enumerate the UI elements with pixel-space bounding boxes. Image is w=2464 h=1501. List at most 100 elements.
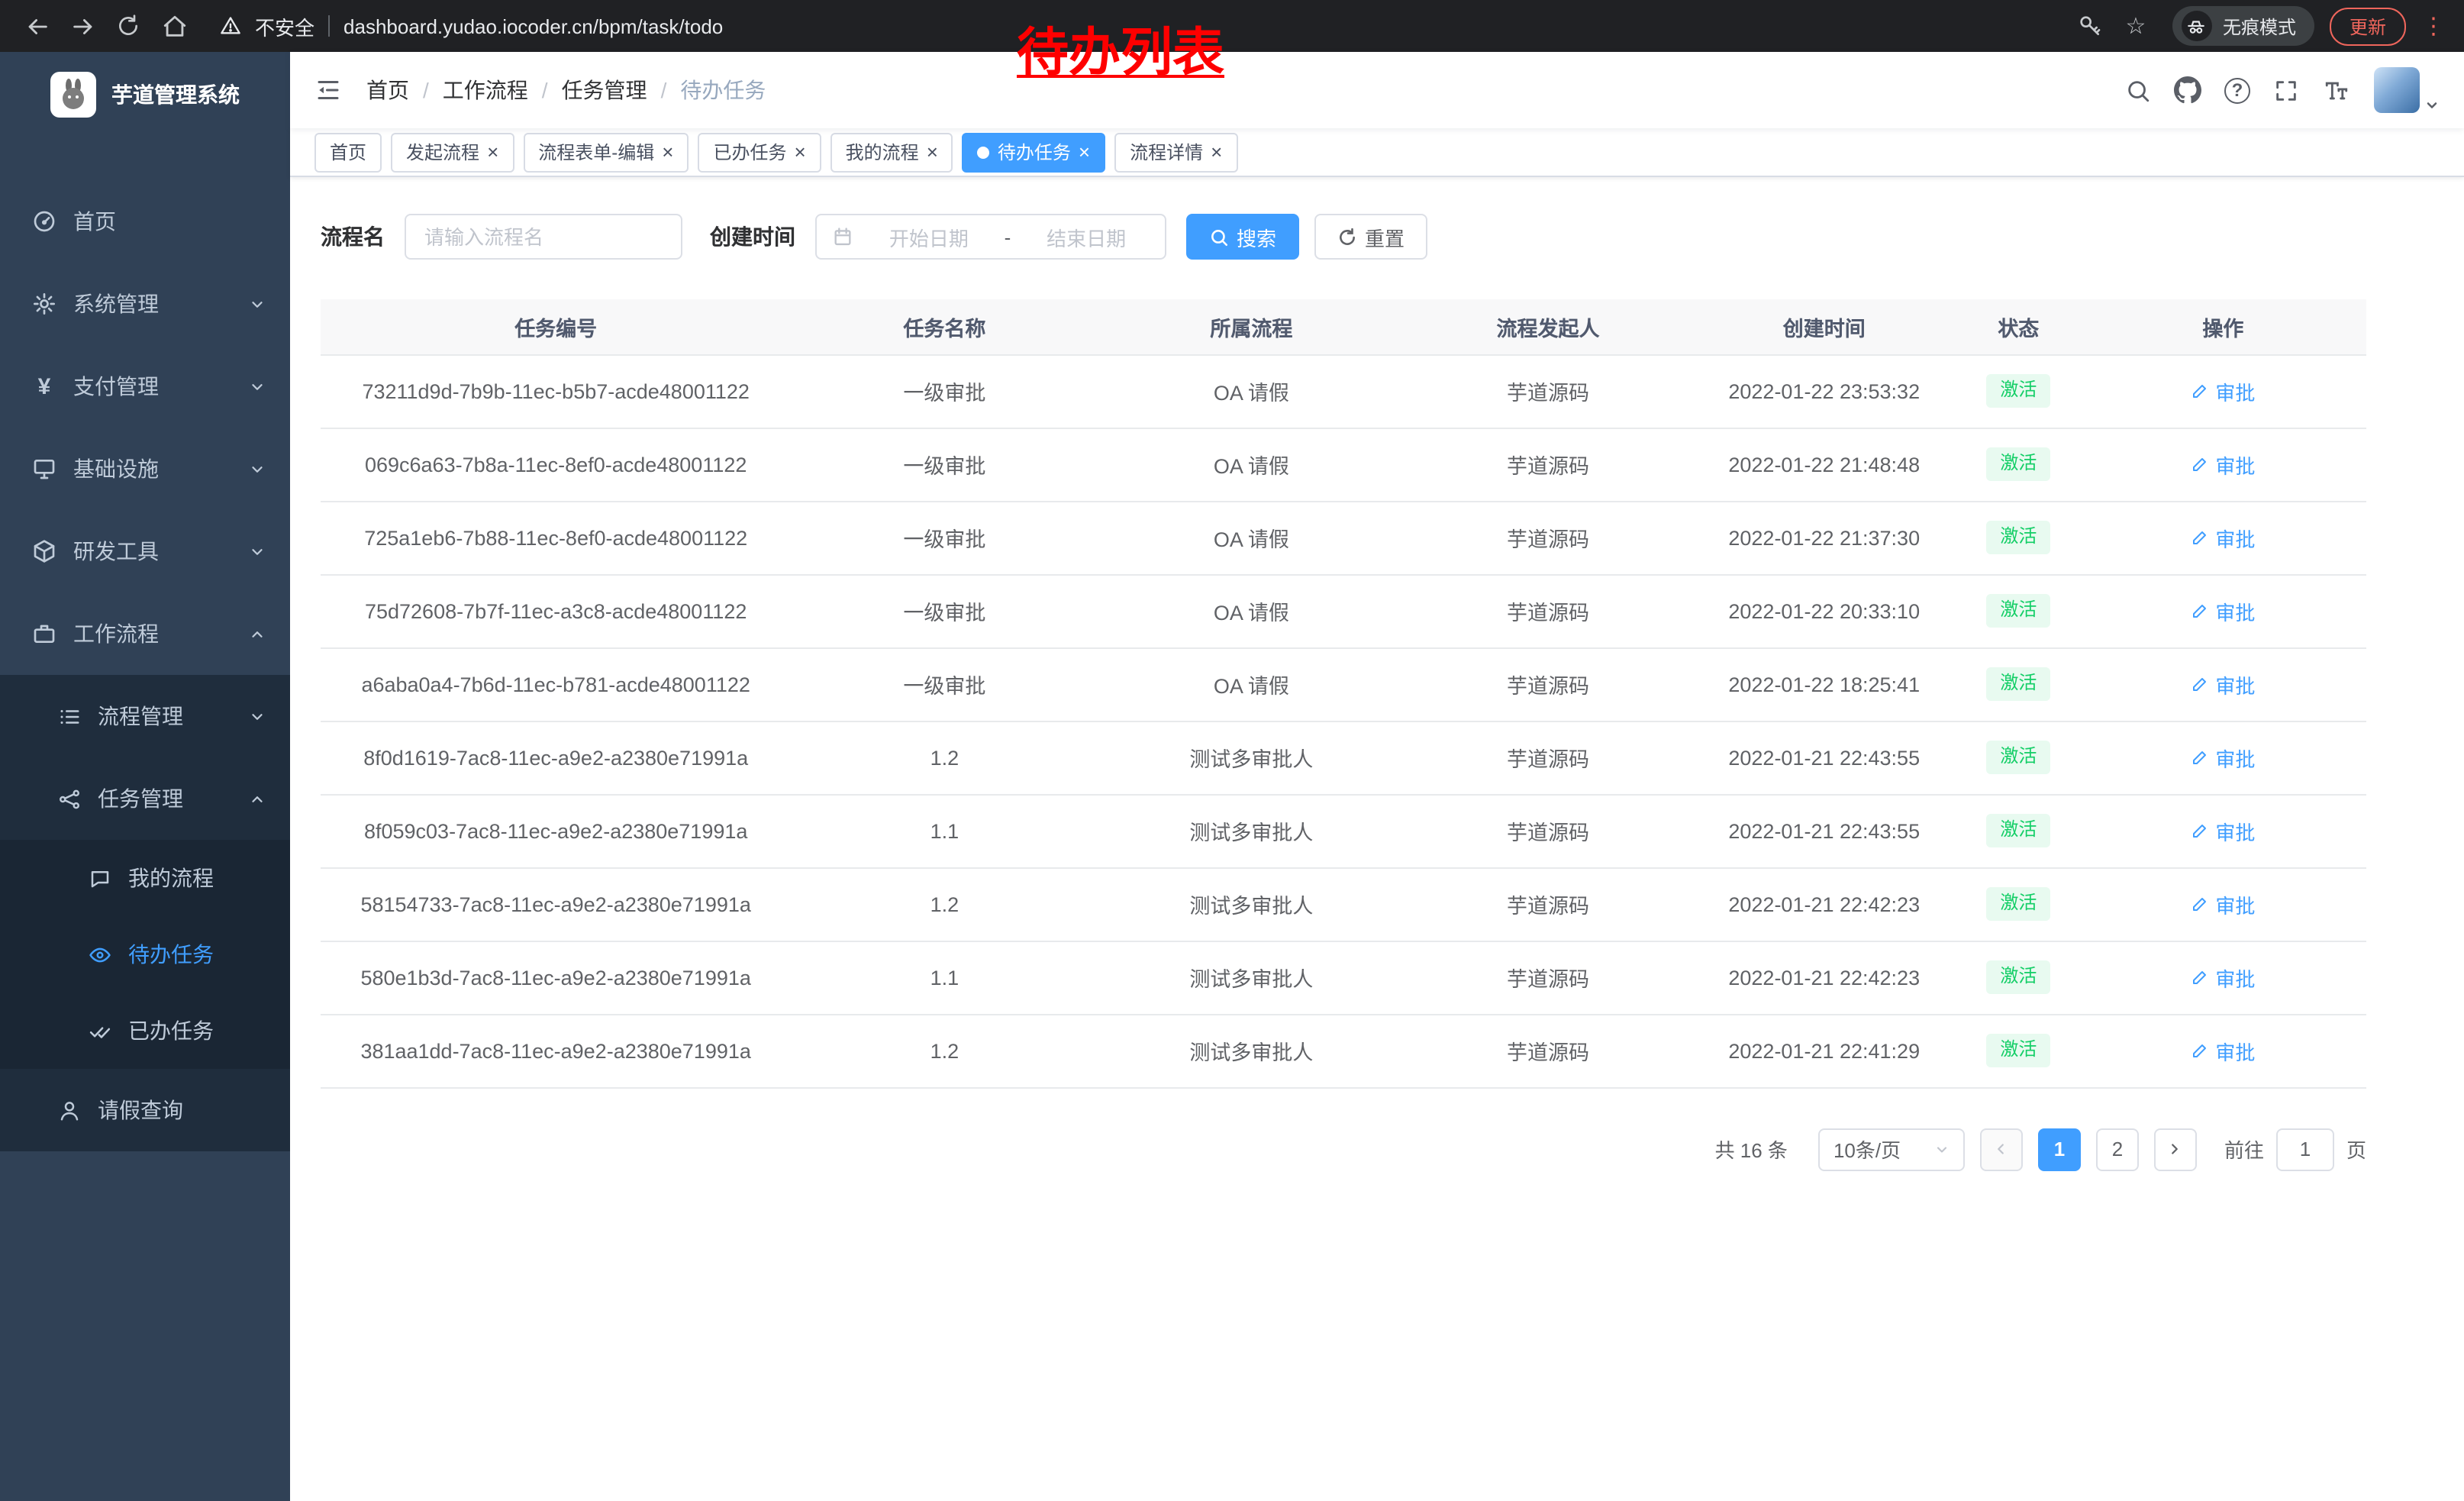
bookmark-star-icon[interactable]: ☆ bbox=[2114, 5, 2157, 47]
approve-link[interactable]: 审批 bbox=[2191, 816, 2255, 845]
browser-refresh-button[interactable] bbox=[107, 5, 150, 47]
avatar[interactable] bbox=[2374, 67, 2420, 113]
next-page-button[interactable] bbox=[2154, 1128, 2197, 1170]
tab-start-process[interactable]: 发起流程× bbox=[391, 132, 514, 172]
sidebar-item-done-tasks[interactable]: 已办任务 bbox=[0, 993, 290, 1069]
cell-initiator: 芋道源码 bbox=[1405, 794, 1691, 867]
cell-status: 激活 bbox=[1957, 574, 2080, 647]
sidebar-item-label: 基础设施 bbox=[73, 454, 159, 484]
column-header-task-id: 任务编号 bbox=[321, 299, 791, 354]
person-icon bbox=[55, 1099, 82, 1122]
search-icon[interactable] bbox=[2125, 77, 2151, 103]
sidebar-item-my-process[interactable]: 我的流程 bbox=[0, 840, 290, 916]
github-icon[interactable] bbox=[2174, 76, 2201, 104]
approve-link[interactable]: 审批 bbox=[2191, 743, 2255, 772]
sidebar-collapse-icon[interactable] bbox=[314, 76, 342, 104]
cell-task-id: 580e1b3d-7ac8-11ec-a9e2-a2380e71991a bbox=[321, 941, 791, 1014]
security-label[interactable]: 不安全 bbox=[255, 11, 314, 40]
page-button-1[interactable]: 1 bbox=[2038, 1128, 2081, 1170]
update-button[interactable]: 更新 bbox=[2330, 7, 2406, 45]
password-key-icon[interactable] bbox=[2069, 5, 2111, 47]
date-range-picker[interactable]: 开始日期 - 结束日期 bbox=[815, 214, 1166, 260]
sidebar-item-label: 首页 bbox=[73, 206, 116, 237]
edit-icon bbox=[2191, 602, 2209, 620]
app-logo[interactable]: 芋道管理系统 bbox=[0, 52, 290, 137]
approve-link[interactable]: 审批 bbox=[2191, 376, 2255, 405]
breadcrumb-separator: / bbox=[423, 78, 429, 102]
user-menu[interactable] bbox=[2374, 67, 2440, 113]
approve-link-label: 审批 bbox=[2215, 963, 2255, 992]
tab-todo-tasks[interactable]: 待办任务× bbox=[963, 132, 1105, 172]
search-button[interactable]: 搜索 bbox=[1186, 214, 1299, 260]
cell-task-id: 069c6a63-7b8a-11ec-8ef0-acde48001122 bbox=[321, 428, 791, 501]
cell-status: 激活 bbox=[1957, 1014, 2080, 1087]
close-icon[interactable]: × bbox=[1079, 142, 1090, 162]
approve-link[interactable]: 审批 bbox=[2191, 889, 2255, 918]
app-frame: 芋道管理系统 首页 系统管理 ¥ bbox=[0, 52, 2464, 1501]
edit-icon bbox=[2191, 968, 2209, 986]
browser-home-button[interactable] bbox=[153, 5, 195, 47]
sidebar-item-todo-tasks[interactable]: 待办任务 bbox=[0, 916, 290, 993]
end-date-placeholder[interactable]: 结束日期 bbox=[1023, 222, 1150, 251]
breadcrumb-item[interactable]: 首页 bbox=[366, 75, 409, 105]
total-count-label: 共 16 条 bbox=[1715, 1135, 1788, 1164]
tab-process-form-edit[interactable]: 流程表单-编辑× bbox=[523, 132, 689, 172]
approve-link[interactable]: 审批 bbox=[2191, 670, 2255, 699]
process-name-input[interactable] bbox=[405, 214, 682, 260]
prev-page-button[interactable] bbox=[1980, 1128, 2023, 1170]
edit-icon bbox=[2191, 822, 2209, 840]
browser-menu-icon[interactable]: ⋮ bbox=[2418, 12, 2449, 40]
font-size-icon[interactable] bbox=[2322, 77, 2351, 103]
close-icon[interactable]: × bbox=[1211, 142, 1222, 162]
filter-form: 流程名 创建时间 开始日期 - 结束日期 搜索 bbox=[321, 214, 2366, 260]
sidebar-item-payment[interactable]: ¥ 支付管理 bbox=[0, 345, 290, 428]
chevron-down-icon bbox=[249, 543, 266, 560]
tab-label: 已办任务 bbox=[713, 139, 786, 165]
fullscreen-icon[interactable] bbox=[2273, 77, 2299, 103]
help-icon[interactable]: ? bbox=[2224, 77, 2250, 103]
page-button-2[interactable]: 2 bbox=[2096, 1128, 2139, 1170]
cell-action: 审批 bbox=[2080, 794, 2366, 867]
sidebar-item-task-management[interactable]: 任务管理 bbox=[0, 757, 290, 840]
url-text[interactable]: dashboard.yudao.iocoder.cn/bpm/task/todo bbox=[343, 15, 723, 37]
close-icon[interactable]: × bbox=[662, 142, 673, 162]
approve-link[interactable]: 审批 bbox=[2191, 523, 2255, 552]
sidebar-item-infrastructure[interactable]: 基础设施 bbox=[0, 428, 290, 510]
close-icon[interactable]: × bbox=[927, 142, 938, 162]
start-date-placeholder[interactable]: 开始日期 bbox=[866, 222, 992, 251]
close-icon[interactable]: × bbox=[794, 142, 805, 162]
cell-status: 激活 bbox=[1957, 647, 2080, 721]
tab-done-tasks[interactable]: 已办任务 × bbox=[698, 132, 821, 172]
cell-initiator: 芋道源码 bbox=[1405, 941, 1691, 1014]
browser-forward-button[interactable] bbox=[61, 5, 104, 47]
approve-link[interactable]: 审批 bbox=[2191, 450, 2255, 479]
sidebar-item-devtools[interactable]: 研发工具 bbox=[0, 510, 290, 592]
approve-link[interactable]: 审批 bbox=[2191, 1036, 2255, 1065]
tab-my-process[interactable]: 我的流程× bbox=[830, 132, 953, 172]
approve-link[interactable]: 审批 bbox=[2191, 596, 2255, 625]
column-header-task-name: 任务名称 bbox=[791, 299, 1098, 354]
status-badge: 激活 bbox=[1986, 374, 2050, 407]
tab-process-detail[interactable]: 流程详情× bbox=[1114, 132, 1237, 172]
browser-back-button[interactable] bbox=[15, 5, 58, 47]
goto-page-input[interactable] bbox=[2276, 1128, 2334, 1170]
sidebar-item-leave-query[interactable]: 请假查询 bbox=[0, 1069, 290, 1151]
reset-button[interactable]: 重置 bbox=[1314, 214, 1427, 260]
sidebar-item-process-management[interactable]: 流程管理 bbox=[0, 675, 290, 757]
sidebar-item-home[interactable]: 首页 bbox=[0, 180, 290, 263]
sidebar-item-system[interactable]: 系统管理 bbox=[0, 263, 290, 345]
page-size-value: 10条/页 bbox=[1833, 1135, 1901, 1164]
breadcrumb: 首页 / 工作流程 / 任务管理 / 待办任务 bbox=[366, 75, 766, 105]
address-bar[interactable]: 不安全 dashboard.yudao.iocoder.cn/bpm/task/… bbox=[198, 11, 2066, 40]
cell-task-name: 一级审批 bbox=[791, 647, 1098, 721]
forward-arrow-icon bbox=[69, 13, 95, 39]
edit-icon bbox=[2191, 748, 2209, 767]
approve-link[interactable]: 审批 bbox=[2191, 963, 2255, 992]
page-size-select[interactable]: 10条/页 bbox=[1818, 1128, 1965, 1170]
breadcrumb-item[interactable]: 任务管理 bbox=[562, 75, 647, 105]
sidebar-item-label: 支付管理 bbox=[73, 371, 159, 402]
breadcrumb-item[interactable]: 工作流程 bbox=[443, 75, 528, 105]
close-icon[interactable]: × bbox=[487, 142, 498, 162]
sidebar-item-workflow[interactable]: 工作流程 bbox=[0, 592, 290, 675]
tab-home[interactable]: 首页 bbox=[314, 132, 382, 172]
